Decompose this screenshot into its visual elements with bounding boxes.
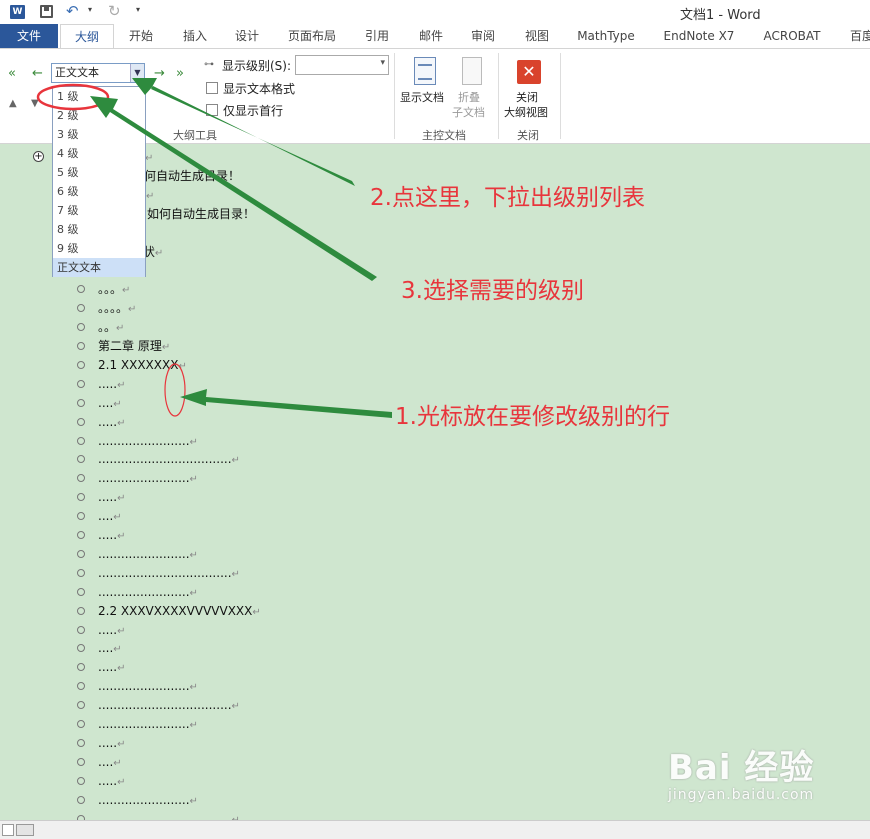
annotation-step-3: 3.选择需要的级别 bbox=[401, 278, 584, 304]
watermark-url: jingyan.baidu.com bbox=[668, 787, 815, 803]
arrow-to-line bbox=[180, 389, 392, 418]
arrow-to-level-1 bbox=[90, 96, 377, 281]
baidu-watermark: Bai 经验 jingyan.baidu.com bbox=[668, 740, 814, 803]
arrow-to-dropdown bbox=[132, 78, 355, 186]
annotation-step-2: 2.点这里，下拉出级别列表 bbox=[370, 185, 645, 211]
word-window: W ↶ ▾ ↻ ▾ 文档1 - Word 文件 大纲 开始 插入 设计 页面布局… bbox=[0, 0, 870, 839]
annotation-step-1: 1.光标放在要修改级别的行 bbox=[395, 404, 670, 430]
cursor-circle bbox=[164, 363, 186, 417]
watermark-logo: Bai 经验 bbox=[668, 748, 815, 788]
